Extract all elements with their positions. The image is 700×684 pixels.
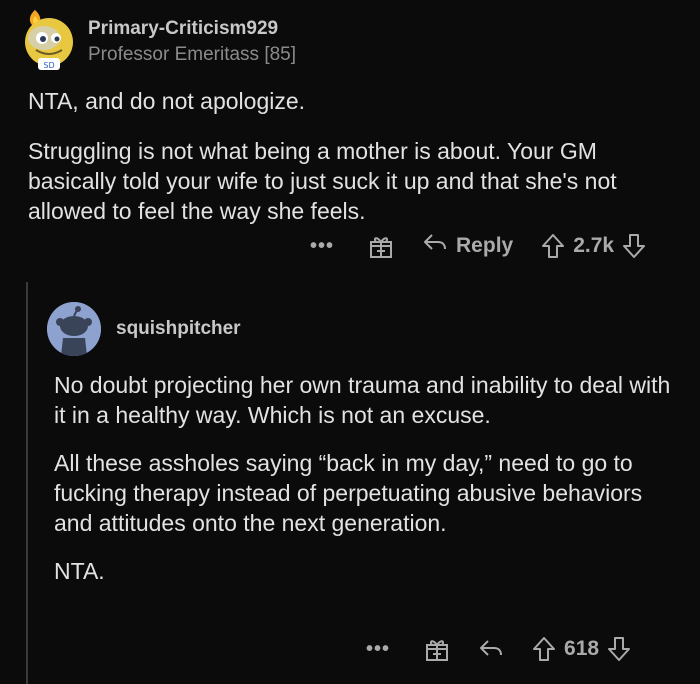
comment-action-bar: ••• Reply 2.7k <box>310 232 646 260</box>
thread-line[interactable] <box>26 282 28 684</box>
reply-label: Reply <box>456 234 514 257</box>
reply-avatar[interactable] <box>47 302 101 356</box>
downvote-icon[interactable] <box>622 233 646 259</box>
reply-paragraph: All these assholes saying “back in my da… <box>54 450 643 536</box>
reply-paragraph: NTA. <box>54 558 105 584</box>
comment-body: NTA, and do not apologize. Struggling is… <box>28 86 668 246</box>
award-gift-icon[interactable] <box>424 636 450 662</box>
upvote-icon[interactable] <box>541 233 565 259</box>
comment-paragraph: NTA, and do not apologize. <box>28 88 306 114</box>
more-options-button[interactable]: ••• <box>310 235 334 258</box>
comment-username[interactable]: Primary-Criticism929 <box>88 18 278 40</box>
reply-arrow-icon[interactable] <box>478 638 504 660</box>
reply-body: No doubt projecting her own trauma and i… <box>54 370 684 604</box>
reply-button[interactable]: Reply <box>422 232 513 260</box>
svg-text:SD: SD <box>43 61 54 70</box>
reply-arrow-icon <box>422 232 448 260</box>
reply-paragraph: No doubt projecting her own trauma and i… <box>54 372 671 428</box>
award-gift-icon[interactable] <box>368 233 394 259</box>
reply-action-bar: ••• 618 <box>366 636 631 662</box>
reply-username[interactable]: squishpitcher <box>116 318 241 340</box>
upvote-icon[interactable] <box>532 636 556 662</box>
more-options-button[interactable]: ••• <box>366 638 390 661</box>
vote-score: 2.7k <box>573 234 615 257</box>
vote-score: 618 <box>564 637 600 660</box>
downvote-icon[interactable] <box>607 636 631 662</box>
user-avatar[interactable]: SD <box>22 6 76 72</box>
user-flair: Professor Emeritass [85] <box>88 44 297 65</box>
comment-paragraph: Struggling is not what being a mother is… <box>28 138 617 224</box>
